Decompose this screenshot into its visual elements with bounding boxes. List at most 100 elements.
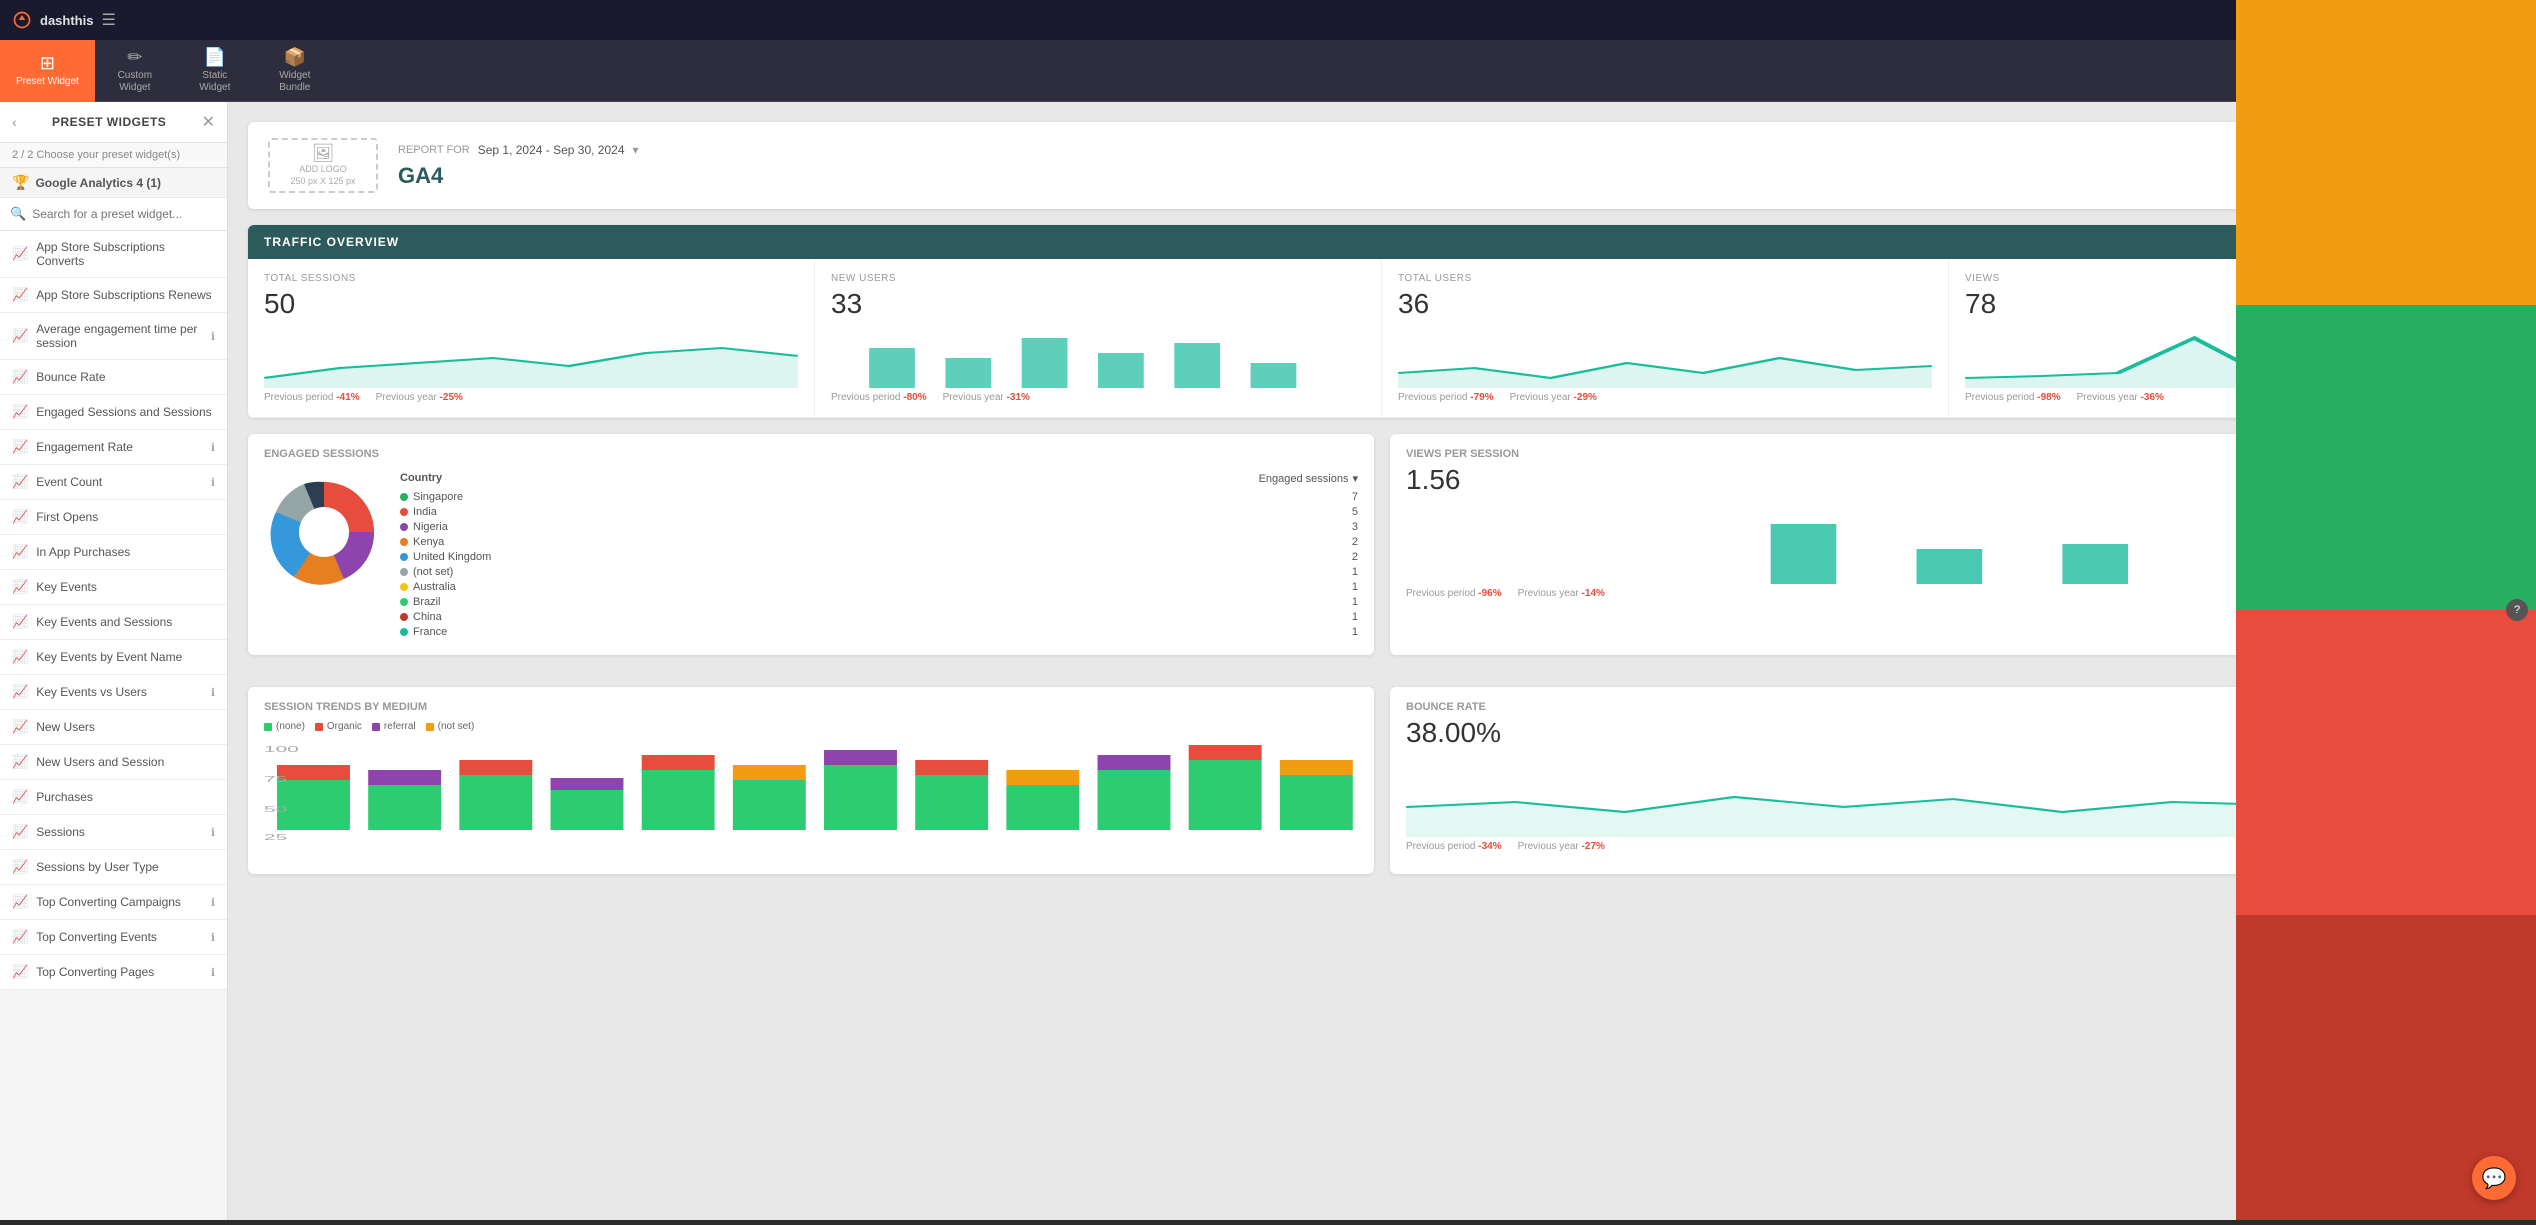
logo-upload-area[interactable]: 🖼 ADD LOGO 250 px X 125 px — [268, 138, 378, 193]
sidebar-item-info-icon[interactable]: ℹ — [211, 826, 215, 839]
hamburger-icon[interactable]: ☰ — [101, 10, 115, 30]
search-input[interactable] — [32, 207, 217, 221]
sidebar-item-first-opens[interactable]: 📈First Opens — [0, 500, 227, 535]
preset-icon: ⊞ — [40, 53, 55, 74]
sidebar-item-in-app-purchases[interactable]: 📈In App Purchases — [0, 535, 227, 570]
help-bubble[interactable]: ? — [2506, 599, 2528, 621]
country-row: Australia1 — [400, 581, 1358, 593]
sidebar-step: 2 / 2 Choose your preset widget(s) — [0, 143, 227, 168]
sidebar-item-avg-engagement[interactable]: 📈Average engagement time per sessionℹ — [0, 313, 227, 360]
sidebar-item-chart-icon: 📈 — [12, 404, 28, 420]
country-color-dot — [400, 523, 408, 531]
custom-label: CustomWidget — [118, 70, 152, 94]
colour-themes-panel — [2236, 0, 2536, 1220]
sidebar-item-sessions-user-type[interactable]: 📈Sessions by User Type — [0, 850, 227, 885]
country-value: 1 — [1352, 596, 1358, 608]
sidebar-item-info-icon[interactable]: ℹ — [211, 931, 215, 944]
country-value: 2 — [1352, 551, 1358, 563]
add-logo-label: ADD LOGO — [299, 164, 347, 176]
country-color-dot — [400, 613, 408, 621]
sidebar-back-icon[interactable]: ‹ — [12, 114, 17, 130]
sidebar-item-info-icon[interactable]: ℹ — [211, 686, 215, 699]
sidebar-item-info-icon[interactable]: ℹ — [211, 441, 215, 454]
country-name-label: China — [413, 611, 442, 623]
sidebar-item-label: Key Events and Sessions — [36, 615, 172, 629]
legend-label: (none) — [276, 721, 305, 732]
sidebar-item-key-events[interactable]: 📈Key Events — [0, 570, 227, 605]
sidebar-item-chart-icon: 📈 — [12, 789, 28, 805]
sidebar-item-key-events-vs-users[interactable]: 📈Key Events vs Usersℹ — [0, 675, 227, 710]
sidebar-item-info-icon[interactable]: ℹ — [211, 476, 215, 489]
sidebar-item-bounce-rate[interactable]: 📈Bounce Rate — [0, 360, 227, 395]
sidebar-item-label: Top Converting Pages — [36, 965, 154, 979]
sidebar-item-top-converting-campaigns[interactable]: 📈Top Converting Campaignsℹ — [0, 885, 227, 920]
country-table: Country Engaged sessions ▾ Singapore7Ind… — [400, 472, 1358, 641]
static-label: StaticWidget — [199, 70, 230, 94]
session-trends-card: SESSION TRENDS BY MEDIUM (none)Organicre… — [248, 687, 1374, 874]
sidebar-item-label: Top Converting Campaigns — [36, 895, 181, 909]
country-row: Singapore7 — [400, 491, 1358, 503]
sidebar-item-app-store-sub-converts[interactable]: 📈App Store Subscriptions Converts — [0, 231, 227, 278]
country-row: Brazil1 — [400, 596, 1358, 608]
traffic-overview-section: TRAFFIC OVERVIEW TOTAL SESSIONS 50 Previ… — [248, 225, 2516, 418]
svg-text:75: 75 — [264, 775, 287, 784]
sidebar-item-key-events-sessions[interactable]: 📈Key Events and Sessions — [0, 605, 227, 640]
tab-preset-widget[interactable]: ⊞ Preset Widget — [0, 40, 95, 102]
date-dropdown-icon[interactable]: ▾ — [633, 143, 639, 157]
sidebar-item-engagement-rate[interactable]: 📈Engagement Rateℹ — [0, 430, 227, 465]
sidebar-item-chart-icon: 📈 — [12, 859, 28, 875]
country-value: 1 — [1352, 626, 1358, 638]
dropdown-icon[interactable]: ▾ — [1352, 472, 1358, 485]
dashboard: 🖼 ADD LOGO 250 px X 125 px REPORT FOR Se… — [228, 102, 2536, 1220]
logo — [12, 10, 32, 30]
sidebar-item-label: In App Purchases — [36, 545, 130, 559]
sidebar-item-engaged-sessions[interactable]: 📈Engaged Sessions and Sessions — [0, 395, 227, 430]
chat-bubble[interactable]: 💬 — [2472, 1156, 2516, 1200]
country-name-label: Kenya — [413, 536, 444, 548]
sidebar-item-info-icon[interactable]: ℹ — [211, 896, 215, 909]
sidebar-item-sessions[interactable]: 📈Sessionsℹ — [0, 815, 227, 850]
report-header: 🖼 ADD LOGO 250 px X 125 px REPORT FOR Se… — [248, 122, 2516, 209]
country-row: Nigeria3 — [400, 521, 1358, 533]
legend-label: (not set) — [438, 721, 475, 732]
sidebar-item-chart-icon: 📈 — [12, 246, 28, 262]
sidebar-item-event-count[interactable]: 📈Event Countℹ — [0, 465, 227, 500]
sidebar-section-label: Google Analytics 4 (1) — [35, 176, 161, 190]
custom-icon: ✏ — [127, 47, 142, 68]
sidebar-item-label: First Opens — [36, 510, 98, 524]
tab-static-widget[interactable]: 📄 StaticWidget — [175, 40, 255, 102]
country-value: 2 — [1352, 536, 1358, 548]
sidebar-item-chart-icon: 📈 — [12, 439, 28, 455]
country-row: Kenya 2 — [400, 536, 1358, 548]
sidebar-item-label: Key Events vs Users — [36, 685, 147, 699]
sidebar-item-info-icon[interactable]: ℹ — [211, 966, 215, 979]
pie-chart — [264, 472, 384, 592]
sidebar-item-info-icon[interactable]: ℹ — [211, 330, 215, 343]
tab-widget-bundle[interactable]: 📦 WidgetBundle — [255, 40, 335, 102]
sidebar-item-chart-icon: 📈 — [12, 474, 28, 490]
sidebar-close-icon[interactable]: ✕ — [202, 112, 215, 132]
sidebar-item-top-converting-pages[interactable]: 📈Top Converting Pagesℹ — [0, 955, 227, 990]
sidebar-item-key-events-event-name[interactable]: 📈Key Events by Event Name — [0, 640, 227, 675]
country-value: 3 — [1352, 521, 1358, 533]
preset-label: Preset Widget — [16, 76, 79, 88]
country-value: 7 — [1352, 491, 1358, 503]
metric-total-sessions: TOTAL SESSIONS 50 Previous period -41% P… — [248, 259, 815, 417]
country-name-label: (not set) — [413, 566, 453, 578]
country-name-label: India — [413, 506, 437, 518]
sidebar-item-new-users-session[interactable]: 📈New Users and Session — [0, 745, 227, 780]
country-color-dot — [400, 598, 408, 606]
metrics-row: TOTAL SESSIONS 50 Previous period -41% P… — [248, 259, 2516, 418]
sidebar-item-purchases[interactable]: 📈Purchases — [0, 780, 227, 815]
sidebar-item-new-users[interactable]: 📈New Users — [0, 710, 227, 745]
legend-label: referral — [384, 721, 416, 732]
top-nav: dashthis ☰ 👤 ? 🔔 ⚙ — [0, 0, 2536, 40]
tab-custom-widget[interactable]: ✏ CustomWidget — [95, 40, 175, 102]
image-icon: 🖼 — [312, 143, 335, 164]
sidebar-item-top-converting-events[interactable]: 📈Top Converting Eventsℹ — [0, 920, 227, 955]
sidebar-item-app-store-sub-renews[interactable]: 📈App Store Subscriptions Renews — [0, 278, 227, 313]
sidebar-header: ‹ PRESET WIDGETS ✕ — [0, 102, 227, 143]
legend-color-dot — [315, 723, 323, 731]
legend-color-dot — [264, 723, 272, 731]
country-row: United Kingdom2 — [400, 551, 1358, 563]
